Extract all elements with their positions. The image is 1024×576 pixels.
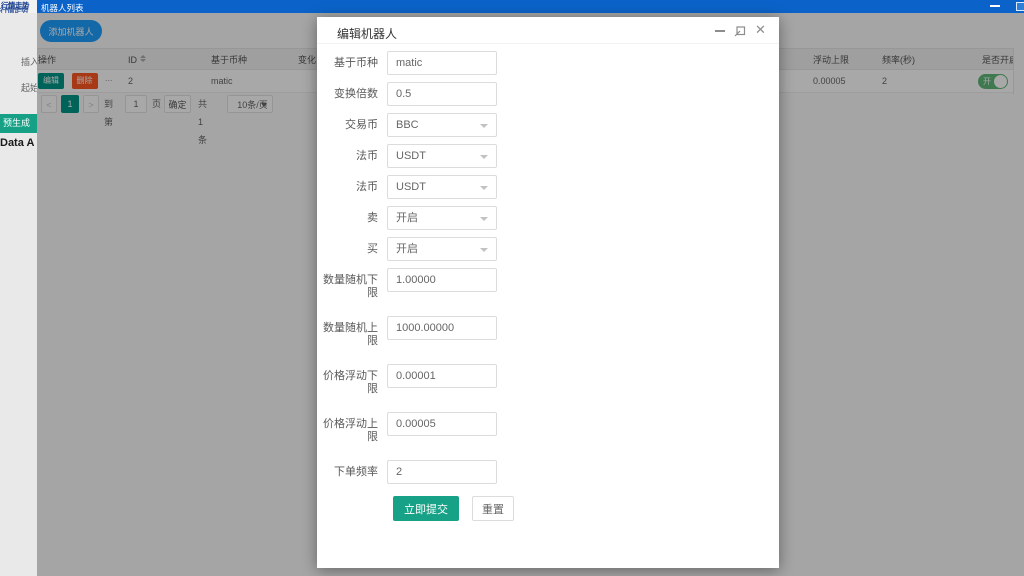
trade-coin-select[interactable]: BBC	[387, 113, 497, 137]
screen: 行情走势 行情走势 机器人列表 插入 起始 预生成 Data A 添加机器人 操…	[0, 0, 1024, 576]
field-label: 法币	[356, 181, 378, 193]
sidebar: 插入 起始 预生成 Data A	[0, 13, 37, 576]
sidebar-item-data[interactable]: Data A	[0, 137, 34, 149]
tab-robot-list[interactable]: 机器人列表	[41, 2, 84, 13]
field-label: 法币	[356, 150, 378, 162]
chevron-down-icon	[480, 124, 488, 128]
buy-select[interactable]: 开启	[387, 237, 497, 261]
form-row-price-lower: 价格浮动下限	[323, 364, 779, 396]
fiat-select-1[interactable]: USDT	[387, 144, 497, 168]
minimize-icon[interactable]	[714, 24, 727, 37]
price-upper-input[interactable]	[387, 412, 497, 436]
field-label: 卖	[367, 212, 378, 224]
field-label: 数量随机下限	[323, 274, 378, 299]
field-label: 基于币种	[334, 57, 378, 69]
field-label: 交易币	[345, 119, 378, 131]
form-row-qty-upper: 数量随机上限	[323, 316, 779, 348]
edit-robot-form: 基于币种 变换倍数 交易币 BBC 法币 USDT 法币 USDT 卖 开启	[317, 44, 779, 521]
form-row-base-coin: 基于币种	[323, 51, 779, 75]
field-label: 下单频率	[334, 466, 378, 478]
window-icon[interactable]	[1016, 2, 1024, 11]
form-row-price-upper: 价格浮动上限	[323, 412, 779, 444]
app-logo: 行情走势 行情走势	[0, 0, 37, 13]
form-row-order-frequency: 下单频率	[323, 460, 779, 484]
field-label: 变换倍数	[334, 88, 378, 100]
order-frequency-input[interactable]	[387, 460, 497, 484]
reset-button[interactable]: 重置	[472, 496, 514, 521]
form-row-buy: 买 开启	[323, 237, 779, 261]
form-row-trade-coin: 交易币 BBC	[323, 113, 779, 137]
modal-title: 编辑机器人	[337, 27, 398, 41]
qty-lower-input[interactable]	[387, 268, 497, 292]
fiat-select-2[interactable]: USDT	[387, 175, 497, 199]
submit-button[interactable]: 立即提交	[393, 496, 459, 521]
multiplier-input[interactable]	[387, 82, 497, 106]
sell-select[interactable]: 开启	[387, 206, 497, 230]
form-row-multiplier: 变换倍数	[323, 82, 779, 106]
sidebar-item-start[interactable]: 起始	[21, 81, 37, 94]
field-label: 买	[367, 243, 378, 255]
form-actions: 立即提交 重置	[393, 496, 779, 521]
form-row-fiat-1: 法币 USDT	[323, 144, 779, 168]
edit-robot-modal: 编辑机器人 ✕ 基于币种 变换倍数 交易币 BBC	[317, 17, 779, 568]
minimize-icon[interactable]	[990, 5, 1000, 7]
base-coin-input[interactable]	[387, 51, 497, 75]
price-lower-input[interactable]	[387, 364, 497, 388]
chevron-down-icon	[480, 155, 488, 159]
form-row-qty-lower: 数量随机下限	[323, 268, 779, 300]
field-label: 价格浮动上限	[323, 418, 378, 443]
form-row-sell: 卖 开启	[323, 206, 779, 230]
chevron-down-icon	[480, 186, 488, 190]
chevron-down-icon	[480, 217, 488, 221]
modal-title-bar: 编辑机器人 ✕	[317, 17, 779, 44]
maximize-icon[interactable]	[734, 24, 747, 37]
sidebar-item-pregenerate[interactable]: 预生成	[0, 114, 37, 133]
qty-upper-input[interactable]	[387, 316, 497, 340]
field-label: 价格浮动下限	[323, 370, 378, 395]
field-label: 数量随机上限	[323, 322, 378, 347]
chevron-down-icon	[480, 248, 488, 252]
form-row-fiat-2: 法币 USDT	[323, 175, 779, 199]
logo-text-ghost: 行情走势	[0, 6, 29, 13]
top-bar: 行情走势 行情走势 机器人列表	[0, 0, 1024, 13]
close-icon[interactable]: ✕	[754, 24, 767, 37]
sidebar-item-insert[interactable]: 插入	[21, 55, 37, 68]
